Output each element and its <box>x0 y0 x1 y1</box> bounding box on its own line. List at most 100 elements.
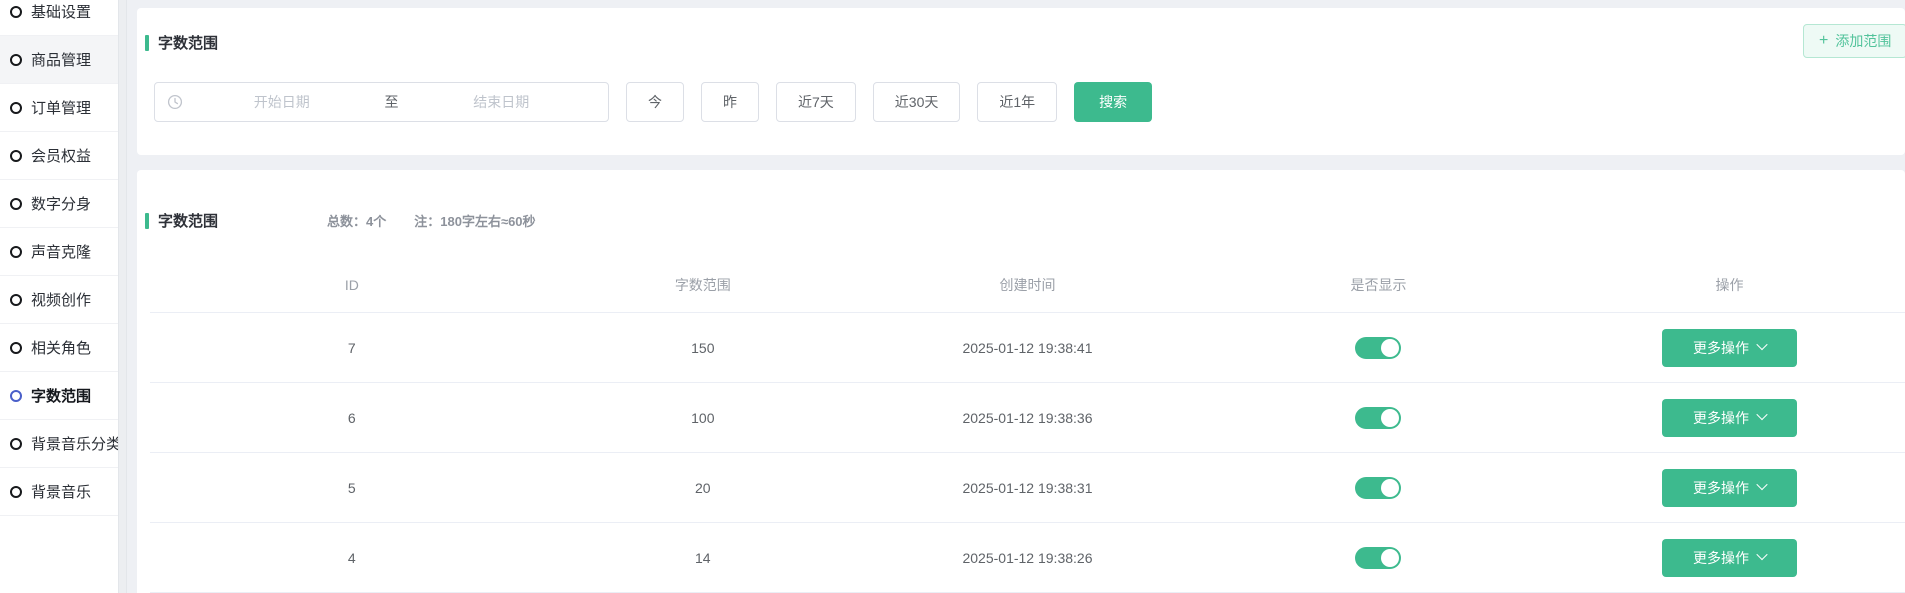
more-actions-button[interactable]: 更多操作 <box>1662 329 1797 367</box>
radio-circle-icon <box>10 54 22 66</box>
cell-actions: 更多操作 <box>1554 329 1905 367</box>
sidebar: 基础设置 商品管理 订单管理 会员权益 数字分身 声音克隆 视频创作 相关角色 … <box>0 0 118 593</box>
sidebar-item-label: 相关角色 <box>31 337 91 358</box>
sidebar-item[interactable]: 相关角色 <box>0 324 118 372</box>
quick-date-button[interactable]: 近1年 <box>977 82 1057 122</box>
sidebar-scrollbar[interactable] <box>118 0 127 593</box>
radio-circle-icon <box>10 342 22 354</box>
cell-id: 6 <box>150 410 554 426</box>
more-actions-label: 更多操作 <box>1693 408 1749 428</box>
total-count-text: 总数：4个 <box>327 211 386 230</box>
radio-circle-icon <box>10 102 22 114</box>
column-header: 创建时间 <box>852 275 1203 295</box>
sidebar-item-label: 字数范围 <box>31 385 91 406</box>
sidebar-item[interactable]: 背景音乐分类 <box>0 420 118 468</box>
radio-circle-icon <box>10 246 22 258</box>
table-row: 5 20 2025-01-12 19:38:31 更多操作 <box>150 453 1905 523</box>
sidebar-item[interactable]: 基础设置 <box>0 0 118 36</box>
cell-created-time: 2025-01-12 19:38:31 <box>852 480 1203 496</box>
sidebar-item-label: 基础设置 <box>31 1 91 22</box>
more-actions-label: 更多操作 <box>1693 338 1749 358</box>
sidebar-item-label: 商品管理 <box>31 49 91 70</box>
sidebar-item-label: 订单管理 <box>31 97 91 118</box>
toggle-knob <box>1381 479 1399 497</box>
table-row: 4 14 2025-01-12 19:38:26 更多操作 <box>150 523 1905 593</box>
admin-app: 基础设置 商品管理 订单管理 会员权益 数字分身 声音克隆 视频创作 相关角色 … <box>0 0 1905 593</box>
chevron-down-icon <box>1756 549 1767 560</box>
column-header: 是否显示 <box>1203 275 1554 295</box>
visibility-toggle[interactable] <box>1355 337 1401 359</box>
column-header: ID <box>150 277 554 293</box>
sidebar-item[interactable]: 商品管理 <box>0 36 118 84</box>
add-range-button[interactable]: + 添加范围 <box>1803 24 1905 58</box>
more-actions-label: 更多操作 <box>1693 478 1749 498</box>
search-button[interactable]: 搜索 <box>1074 82 1152 122</box>
sidebar-item[interactable]: 声音克隆 <box>0 228 118 276</box>
chevron-down-icon <box>1756 479 1767 490</box>
end-date-placeholder[interactable]: 结束日期 <box>407 92 597 112</box>
radio-circle-icon <box>10 6 22 18</box>
cell-id: 7 <box>150 340 554 356</box>
quick-date-button[interactable]: 近7天 <box>776 82 856 122</box>
radio-circle-icon <box>10 150 22 162</box>
date-range-input[interactable]: 开始日期 至 结束日期 <box>154 82 609 122</box>
radio-circle-icon <box>10 438 22 450</box>
cell-visibility <box>1203 547 1554 569</box>
visibility-toggle[interactable] <box>1355 407 1401 429</box>
radio-circle-icon <box>10 486 22 498</box>
filter-panel-title: 字数范围 <box>145 32 218 53</box>
page-title: 字数范围 <box>158 32 218 53</box>
quick-date-button[interactable]: 近30天 <box>873 82 961 122</box>
cell-actions: 更多操作 <box>1554 469 1905 507</box>
sidebar-item-label: 数字分身 <box>31 193 91 214</box>
sidebar-item-label: 声音克隆 <box>31 241 91 262</box>
clock-icon <box>167 94 183 110</box>
cell-created-time: 2025-01-12 19:38:41 <box>852 340 1203 356</box>
sidebar-item[interactable]: 视频创作 <box>0 276 118 324</box>
sidebar-item[interactable]: 背景音乐 <box>0 468 118 516</box>
sidebar-item[interactable]: 订单管理 <box>0 84 118 132</box>
sidebar-item[interactable]: 字数范围 <box>0 372 118 420</box>
cell-visibility <box>1203 477 1554 499</box>
sidebar-item-label: 会员权益 <box>31 145 91 166</box>
quick-date-button[interactable]: 昨 <box>701 82 759 122</box>
sidebar-item-label: 视频创作 <box>31 289 91 310</box>
more-actions-button[interactable]: 更多操作 <box>1662 469 1797 507</box>
cell-range: 14 <box>554 550 852 566</box>
sidebar-menu: 基础设置 商品管理 订单管理 会员权益 数字分身 声音克隆 视频创作 相关角色 … <box>0 0 118 516</box>
cell-range: 20 <box>554 480 852 496</box>
table-meta: 总数：4个 注：180字左右≈60秒 <box>327 211 536 230</box>
radio-circle-icon <box>10 294 22 306</box>
cell-range: 100 <box>554 410 852 426</box>
filter-row: 开始日期 至 结束日期 今昨近7天近30天近1年 搜索 <box>154 82 1152 122</box>
chevron-down-icon <box>1756 409 1767 420</box>
cell-range: 150 <box>554 340 852 356</box>
table-panel-title: 字数范围 总数：4个 注：180字左右≈60秒 <box>145 210 536 231</box>
table-row: 7 150 2025-01-12 19:38:41 更多操作 <box>150 313 1905 383</box>
visibility-toggle[interactable] <box>1355 477 1401 499</box>
title-accent-bar <box>145 213 149 229</box>
sidebar-item-label: 背景音乐分类 <box>31 433 121 454</box>
more-actions-label: 更多操作 <box>1693 548 1749 568</box>
sidebar-item[interactable]: 会员权益 <box>0 132 118 180</box>
more-actions-button[interactable]: 更多操作 <box>1662 539 1797 577</box>
cell-actions: 更多操作 <box>1554 539 1905 577</box>
cell-visibility <box>1203 407 1554 429</box>
plus-icon: + <box>1819 33 1828 49</box>
column-header: 操作 <box>1554 275 1905 295</box>
table-row: 6 100 2025-01-12 19:38:36 更多操作 <box>150 383 1905 453</box>
table-body: 7 150 2025-01-12 19:38:41 更多操作 6 100 202… <box>150 313 1905 593</box>
radio-circle-icon <box>10 198 22 210</box>
cell-created-time: 2025-01-12 19:38:26 <box>852 550 1203 566</box>
sidebar-item[interactable]: 数字分身 <box>0 180 118 228</box>
more-actions-button[interactable]: 更多操作 <box>1662 399 1797 437</box>
toggle-knob <box>1381 339 1399 357</box>
chevron-down-icon <box>1756 339 1767 350</box>
start-date-placeholder[interactable]: 开始日期 <box>187 92 377 112</box>
cell-visibility <box>1203 337 1554 359</box>
quick-date-button[interactable]: 今 <box>626 82 684 122</box>
sidebar-item-label: 背景音乐 <box>31 481 91 502</box>
visibility-toggle[interactable] <box>1355 547 1401 569</box>
cell-created-time: 2025-01-12 19:38:36 <box>852 410 1203 426</box>
note-text: 注：180字左右≈60秒 <box>414 211 535 230</box>
